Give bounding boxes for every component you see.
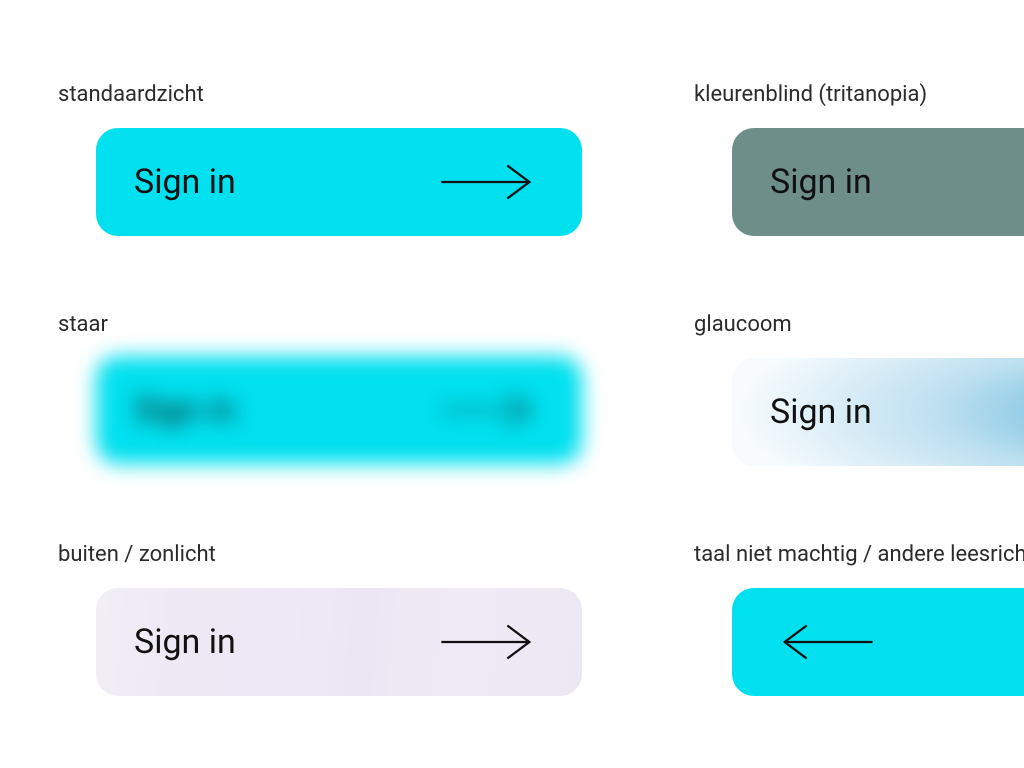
label-tritanopia: kleurenblind (tritanopia)	[694, 82, 927, 107]
arrow-right-icon	[434, 160, 544, 204]
arrow-right-icon	[434, 620, 544, 664]
cataract-blur-wrapper: Sign in	[46, 344, 632, 476]
arrow-left-icon	[770, 620, 880, 664]
label-cataract: staar	[58, 312, 108, 337]
signin-button-label: Sign in	[770, 392, 872, 432]
vision-variant-grid: standaardzicht Sign in kleurenblind (tri…	[0, 0, 1024, 768]
label-language: taal niet machtig / andere leesrichting	[694, 542, 1024, 567]
signin-button-standard[interactable]: Sign in	[58, 128, 620, 236]
signin-button-label: Sign in	[134, 390, 236, 430]
label-standard: standaardzicht	[58, 82, 204, 107]
signin-button-cataract[interactable]: Sign in	[58, 356, 620, 464]
signin-button-label: Sign in	[134, 162, 236, 202]
signin-button-glaucoma[interactable]: Sign in	[694, 358, 1024, 466]
arrow-right-icon	[434, 388, 544, 432]
signin-button-language[interactable]: ت	[694, 588, 1024, 696]
signin-button-label: Sign in	[134, 622, 236, 662]
signin-button-tritanopia[interactable]: Sign in	[694, 128, 1024, 236]
label-glaucoma: glaucoom	[694, 312, 792, 337]
label-sunlight: buiten / zonlicht	[58, 542, 216, 567]
signin-button-sunlight[interactable]: Sign in	[58, 588, 620, 696]
signin-button-label: Sign in	[770, 162, 872, 202]
